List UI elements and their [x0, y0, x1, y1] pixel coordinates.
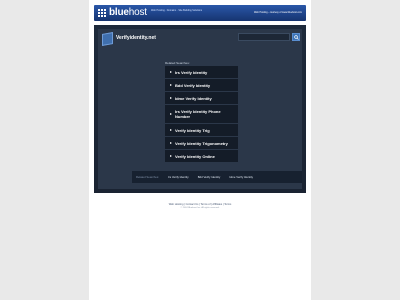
bottom-related-bar: Related Searches: Irs Verify Identity Bd… — [132, 171, 302, 183]
bottom-related-link[interactable]: Bdd Verify Identity — [198, 175, 221, 179]
related-link[interactable]: Verify Identity Online — [165, 150, 238, 162]
banner-tagline: Web Hosting · Domains · Site Building So… — [151, 9, 203, 12]
related-link[interactable]: Idme Verify Identity — [165, 92, 238, 104]
bottom-related-link[interactable]: Irs Verify Identity — [168, 175, 189, 179]
content-panel: Verifyidentity.net Related Searches: Irs… — [98, 29, 302, 189]
search-button[interactable] — [292, 33, 300, 41]
search-icon — [293, 34, 299, 40]
related-link[interactable]: Irs Verify Identity Phone Number — [165, 105, 238, 123]
related-link[interactable]: Verify Identity Trig — [165, 124, 238, 136]
site-title[interactable]: Verifyidentity.net — [116, 35, 156, 41]
site-logo-icon — [102, 32, 113, 46]
bottom-related-label: Related Searches: — [136, 175, 160, 179]
related-link[interactable]: Irs Verify Identity — [165, 66, 238, 78]
footer-copyright: © 2024 Bluehost Inc. All rights reserved… — [180, 207, 220, 209]
related-link[interactable]: Verify Identity Trigonometry — [165, 137, 238, 149]
search-input[interactable] — [238, 33, 290, 41]
related-link[interactable]: Bdd Verify Identity — [165, 79, 238, 91]
bluehost-grid-icon — [98, 9, 106, 17]
main-panel: Verifyidentity.net Related Searches: Irs… — [94, 25, 306, 193]
footer-links[interactable]: Web Hosting | Contact Us | Terms of | Af… — [0, 203, 400, 206]
banner-courtesy-text: Web Hosting - courtesy of www.bluehost.c… — [253, 11, 302, 14]
bluehost-logo: bluehost — [109, 7, 147, 18]
bottom-related-link[interactable]: Idme Verify Identity — [229, 175, 253, 179]
hosting-banner[interactable]: bluehost Web Hosting · Domains · Site Bu… — [94, 5, 306, 21]
related-searches-heading: Related Searches: — [165, 61, 190, 65]
